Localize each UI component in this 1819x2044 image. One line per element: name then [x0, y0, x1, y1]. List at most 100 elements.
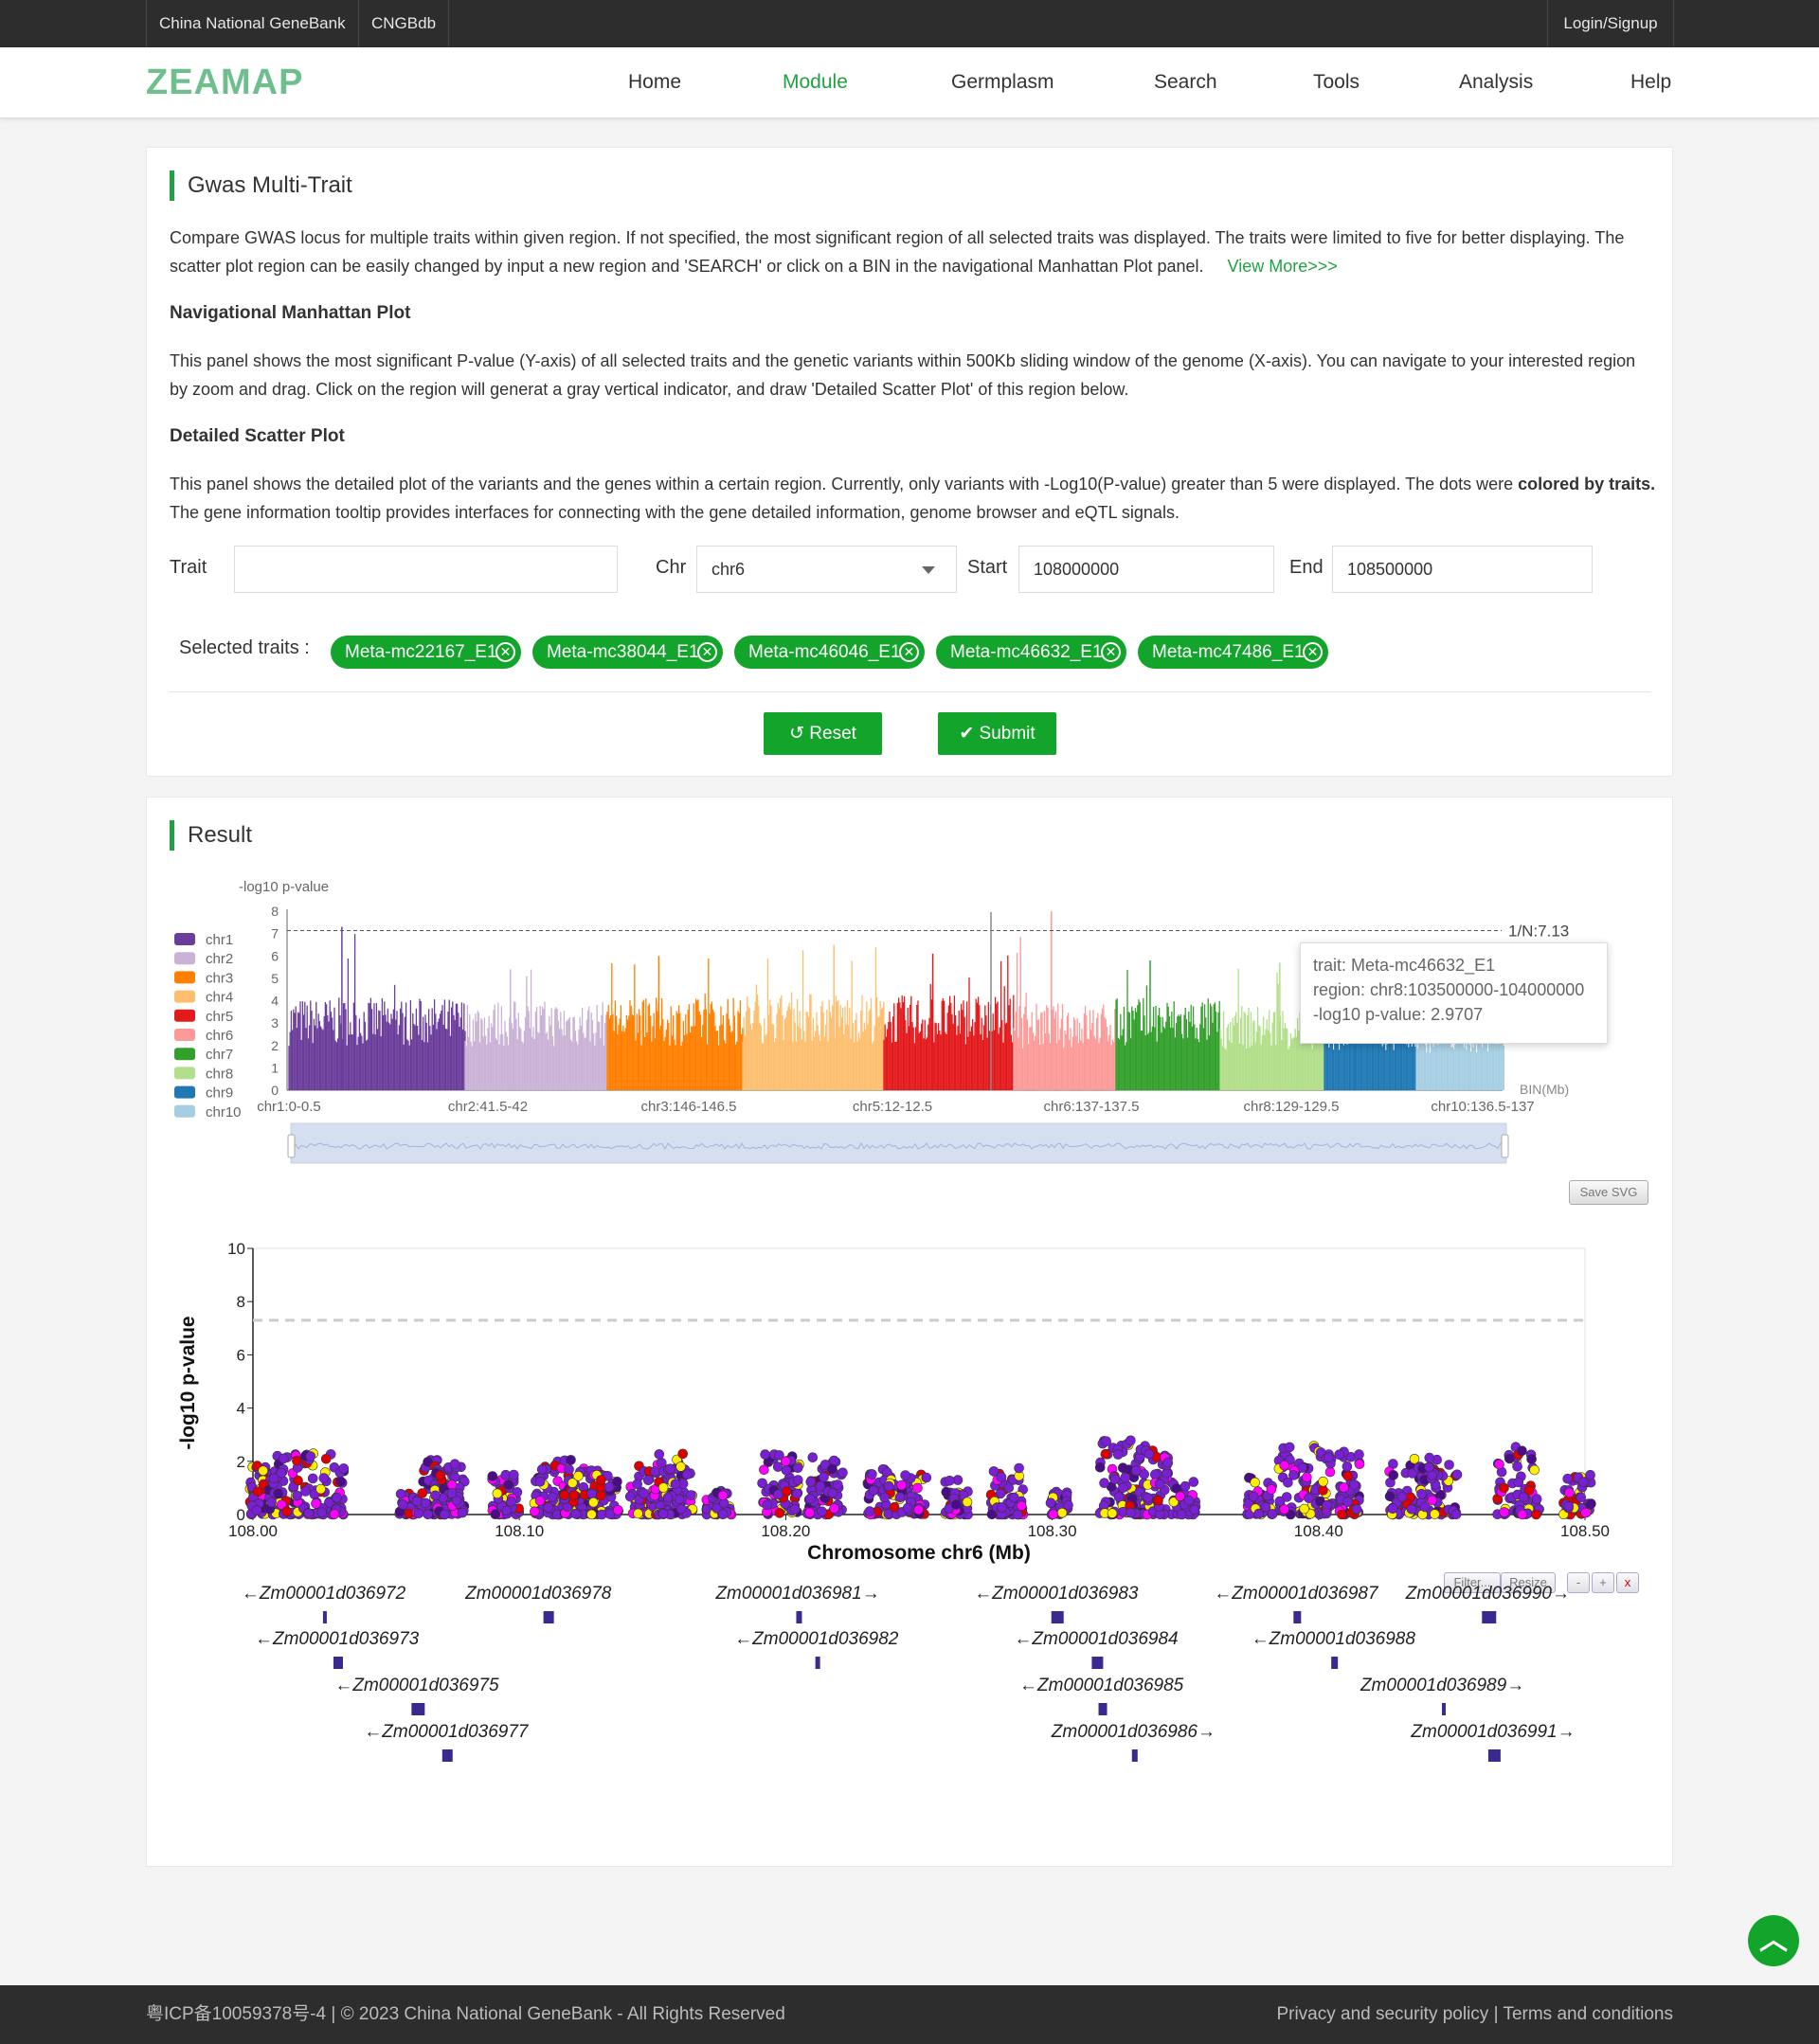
scatter-point [1248, 1491, 1259, 1502]
gene-label[interactable]: Zm00001d036981→ [715, 1584, 879, 1605]
scatter-point [1424, 1461, 1434, 1473]
legend-label-chr2: chr2 [206, 951, 233, 967]
scatter-point [420, 1497, 431, 1509]
scatter-point [759, 1464, 769, 1476]
gene-label[interactable]: Zm00001d036990→ [1406, 1584, 1570, 1605]
scatter-x-tick: 108.10 [495, 1522, 544, 1540]
scatter-point [279, 1453, 289, 1464]
scatter-point [1430, 1509, 1440, 1519]
scatter-point [316, 1507, 328, 1517]
scatter-point [1444, 1460, 1454, 1470]
gene-label[interactable]: ←Zm00001d036984 [1014, 1629, 1178, 1650]
scatter-point [1288, 1470, 1299, 1480]
gene-label[interactable]: ←Zm00001d036983 [974, 1584, 1138, 1605]
scatter-point [657, 1509, 669, 1519]
gene-label[interactable]: ←Zm00001d036972 [242, 1584, 405, 1605]
scatter-point [1342, 1497, 1353, 1507]
save-svg-button[interactable]: Save SVG [1569, 1180, 1648, 1205]
scatter-point [962, 1497, 973, 1508]
scatter-point [624, 1491, 636, 1502]
scatter-point [430, 1490, 441, 1501]
scatter-point [827, 1487, 838, 1498]
manhattan-x-label: BIN(Mb) [1520, 1082, 1569, 1097]
gene-label[interactable]: Zm00001d036986→ [1052, 1722, 1216, 1743]
scatter-point [902, 1502, 913, 1514]
gene-label[interactable]: ←Zm00001d036985 [1019, 1676, 1183, 1696]
scatter-point [1162, 1457, 1174, 1468]
gene-model [796, 1611, 802, 1623]
manhattan-threshold-label: 1/N:7.13 [1508, 923, 1569, 941]
scatter-point [717, 1509, 729, 1519]
gene-label[interactable]: ←Zm00001d036975 [334, 1676, 498, 1696]
scatter-point [1576, 1492, 1586, 1503]
scatter-points [244, 1435, 1596, 1520]
scatter-point [435, 1470, 446, 1480]
scatter-point [1017, 1500, 1027, 1512]
gene-label[interactable]: ←Zm00001d036982 [734, 1629, 898, 1650]
scatter-point [530, 1506, 540, 1517]
legend-label-chr3: chr3 [206, 970, 233, 986]
scatter-point [1266, 1484, 1277, 1495]
gene-label[interactable]: Zm00001d036989→ [1360, 1676, 1524, 1696]
gene-label[interactable]: ←Zm00001d036973 [255, 1629, 419, 1650]
scatter-point [677, 1448, 689, 1460]
scatter-x-tick: 108.40 [1294, 1522, 1343, 1540]
gene-label[interactable]: ←Zm00001d036988 [1252, 1629, 1415, 1650]
scatter-point [1499, 1482, 1509, 1494]
scatter-point [1253, 1508, 1265, 1519]
scatter-point [1250, 1477, 1260, 1488]
scatter-point [588, 1497, 599, 1508]
scatter-point [1063, 1499, 1073, 1511]
scatter-point [397, 1499, 408, 1510]
scatter-point [1504, 1453, 1515, 1464]
tooltip-trait: trait: Meta-mc46632_E1 [1313, 956, 1496, 975]
scatter-point [251, 1505, 262, 1515]
scatter-point [1388, 1470, 1398, 1480]
scatter-point [670, 1479, 681, 1490]
scatter-point [632, 1479, 643, 1490]
gene-label[interactable]: ←Zm00001d036987 [1214, 1584, 1378, 1605]
gene-model [543, 1611, 554, 1623]
scatter-point [1118, 1482, 1128, 1494]
scatter-point [329, 1509, 340, 1519]
scatter-point [1396, 1492, 1408, 1502]
footer-copyright: 粤ICP备10059378号-4 | © 2023 China National… [146, 2004, 785, 2024]
scatter-point [1113, 1492, 1125, 1502]
scatter-x-tick: 108.20 [761, 1522, 810, 1540]
scatter-point [913, 1504, 924, 1515]
back-to-top-icon[interactable]: ︿ [1748, 1915, 1799, 1966]
scatter-point [1107, 1508, 1118, 1518]
scatter-point [639, 1488, 649, 1498]
scatter-point [1189, 1504, 1200, 1515]
scatter-point [303, 1508, 315, 1518]
scatter-y-tick: 2 [237, 1453, 245, 1471]
gene-label[interactable]: Zm00001d036991→ [1411, 1722, 1575, 1743]
scatter-point [1339, 1482, 1349, 1493]
scatter-point [311, 1498, 321, 1509]
scatter-point [1512, 1461, 1522, 1472]
scatter-point [411, 1496, 423, 1507]
scatter-point [417, 1488, 428, 1498]
zoom-in-button[interactable]: + [1592, 1572, 1614, 1593]
scatter-point [792, 1475, 803, 1485]
scatter-point [867, 1469, 877, 1479]
scatter-point [570, 1508, 582, 1519]
scatter-point [1126, 1507, 1136, 1518]
legend-label-chr6: chr6 [206, 1028, 233, 1044]
chart-tooltip: trait: Meta-mc46632_E1 region: chr8:1035… [1300, 942, 1608, 1044]
zoom-out-button[interactable]: - [1567, 1572, 1590, 1593]
scatter-point [1531, 1509, 1541, 1520]
scatter-point [1299, 1503, 1309, 1515]
footer-policy-links[interactable]: Privacy and security policy | Terms and … [1276, 1985, 1673, 2044]
scatter-point [1387, 1503, 1398, 1514]
close-icon[interactable]: x [1616, 1572, 1639, 1593]
gene-label[interactable]: ←Zm00001d036977 [364, 1722, 528, 1743]
gene-label[interactable]: Zm00001d036978 [465, 1584, 611, 1605]
scatter-point [293, 1475, 303, 1486]
scatter-point [997, 1502, 1007, 1513]
scatter-point [335, 1476, 346, 1487]
legend-swatch-chr10 [174, 1104, 195, 1118]
gene-model [1441, 1703, 1446, 1715]
manhattan-y-tick: 4 [271, 994, 279, 1009]
scatter-point [1427, 1495, 1438, 1506]
